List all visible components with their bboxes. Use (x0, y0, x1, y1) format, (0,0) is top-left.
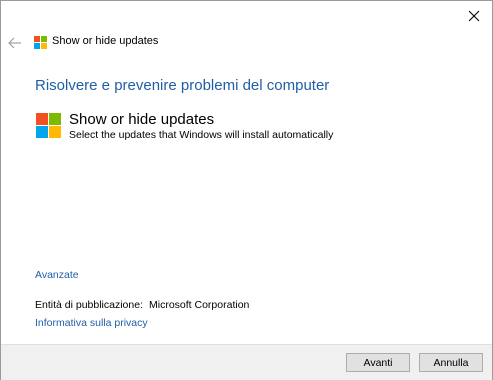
troubleshooter-window: Show or hide updates Risolvere e preveni… (0, 0, 493, 380)
publisher-label: Entità di pubblicazione: (35, 299, 143, 311)
navigation-bar: Show or hide updates (1, 31, 492, 55)
footer-bar: Avanti Annulla (1, 344, 492, 380)
publisher-value: Microsoft Corporation (149, 299, 250, 311)
windows-logo-icon (34, 36, 47, 49)
close-icon (468, 10, 480, 22)
troubleshooter-entry: Show or hide updates Select the updates … (36, 111, 476, 147)
privacy-link[interactable]: Informativa sulla privacy (35, 317, 148, 329)
next-button[interactable]: Avanti (346, 353, 410, 372)
close-button[interactable] (460, 3, 488, 29)
entry-description: Select the updates that Windows will ins… (69, 129, 334, 141)
entry-title: Show or hide updates (69, 111, 215, 128)
back-arrow-icon (8, 37, 21, 49)
back-button[interactable] (6, 34, 24, 52)
page-title: Risolvere e prevenire problemi del compu… (35, 77, 330, 94)
publisher-info: Entità di pubblicazione: Microsoft Corpor… (35, 299, 249, 311)
title-bar (1, 1, 492, 31)
window-title: Show or hide updates (52, 35, 159, 47)
advanced-link[interactable]: Avanzate (35, 269, 79, 281)
cancel-button[interactable]: Annulla (419, 353, 483, 372)
windows-logo-icon (36, 113, 61, 138)
